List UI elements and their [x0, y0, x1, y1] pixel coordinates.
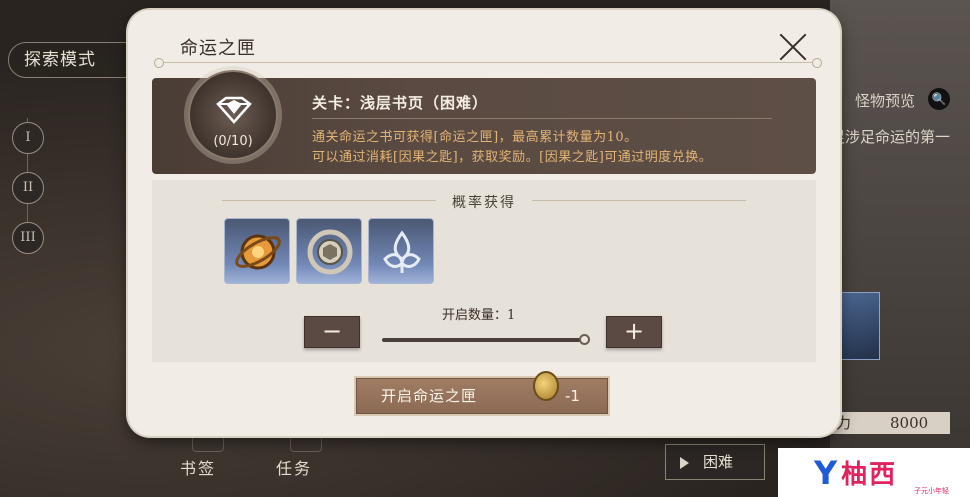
watermark-subtext: 子元小年轻: [914, 487, 949, 495]
bookmark-tab[interactable]: 书签: [180, 455, 216, 479]
stage-description-line-1: 通关命运之书可获得[命运之匣]，最高累计数量为10。: [312, 130, 638, 145]
dialog-title: 命运之匣: [180, 38, 256, 59]
chapter-2-button[interactable]: II: [12, 172, 44, 204]
drops-divider-left: [222, 200, 436, 201]
watermark-letter: Y: [814, 453, 838, 492]
title-divider: [154, 58, 822, 68]
drop-item-coin[interactable]: [296, 218, 362, 284]
power-value: 8000: [890, 414, 929, 432]
fate-box-count: (0/10): [213, 134, 253, 149]
background-description: 足涉足命运的第一: [830, 128, 951, 146]
fate-box-emblem: (0/10): [188, 70, 278, 160]
open-button-label: 开启命运之匣: [381, 387, 478, 405]
watermark-text: 柚西: [841, 460, 898, 490]
stage-description-line-2: 可以通过消耗[因果之匙]，获取奖励。[因果之匙]可通过明度兑换。: [312, 150, 713, 165]
coin-item-icon: [307, 229, 353, 275]
fate-box-icon: [216, 96, 252, 124]
orb-item-icon: [235, 234, 281, 270]
decrease-quantity-button[interactable]: −: [304, 316, 360, 348]
difficulty-button[interactable]: 困难: [665, 444, 765, 480]
rune-item-icon: [383, 230, 421, 273]
open-fate-box-button[interactable]: 开启命运之匣 -1: [356, 371, 608, 414]
key-icon: [533, 371, 559, 401]
play-icon: [680, 457, 689, 469]
drop-item-orb[interactable]: [224, 218, 290, 284]
watermark-logo: Y 柚西 子元小年轻: [778, 448, 970, 497]
explore-mode-toggle[interactable]: 探索模式: [8, 42, 142, 78]
drop-item-rune[interactable]: [368, 218, 434, 284]
close-icon[interactable]: [778, 32, 808, 62]
fate-box-dialog: 命运之匣 关卡：浅层书页（困难） 通关命运之书可获得[命运之匣]，最高累计数量为…: [128, 10, 840, 436]
open-cost: -1: [565, 387, 580, 405]
chapter-3-button[interactable]: III: [12, 222, 44, 254]
monster-preview-label[interactable]: 怪物预览: [855, 90, 915, 111]
drops-title: 概率获得: [452, 195, 516, 211]
quantity-slider-track[interactable]: [382, 338, 586, 342]
stage-divider: [312, 118, 772, 119]
chapter-1-button[interactable]: I: [12, 122, 44, 154]
power-bar: 力 8000: [830, 412, 950, 434]
drops-divider-right: [532, 200, 746, 201]
stage-name: 关卡：浅层书页（困难）: [312, 94, 489, 112]
quantity-label: 开启数量：1: [442, 308, 516, 323]
search-icon[interactable]: 🔍: [928, 88, 950, 110]
difficulty-label: 困难: [703, 453, 734, 471]
increase-quantity-button[interactable]: +: [606, 316, 662, 348]
task-tab[interactable]: 任务: [276, 455, 312, 479]
drops-section: 概率获得 − 开启数量：1 +: [152, 180, 816, 362]
explore-mode-label: 探索模式: [24, 50, 96, 70]
quantity-slider-thumb[interactable]: [579, 334, 590, 345]
